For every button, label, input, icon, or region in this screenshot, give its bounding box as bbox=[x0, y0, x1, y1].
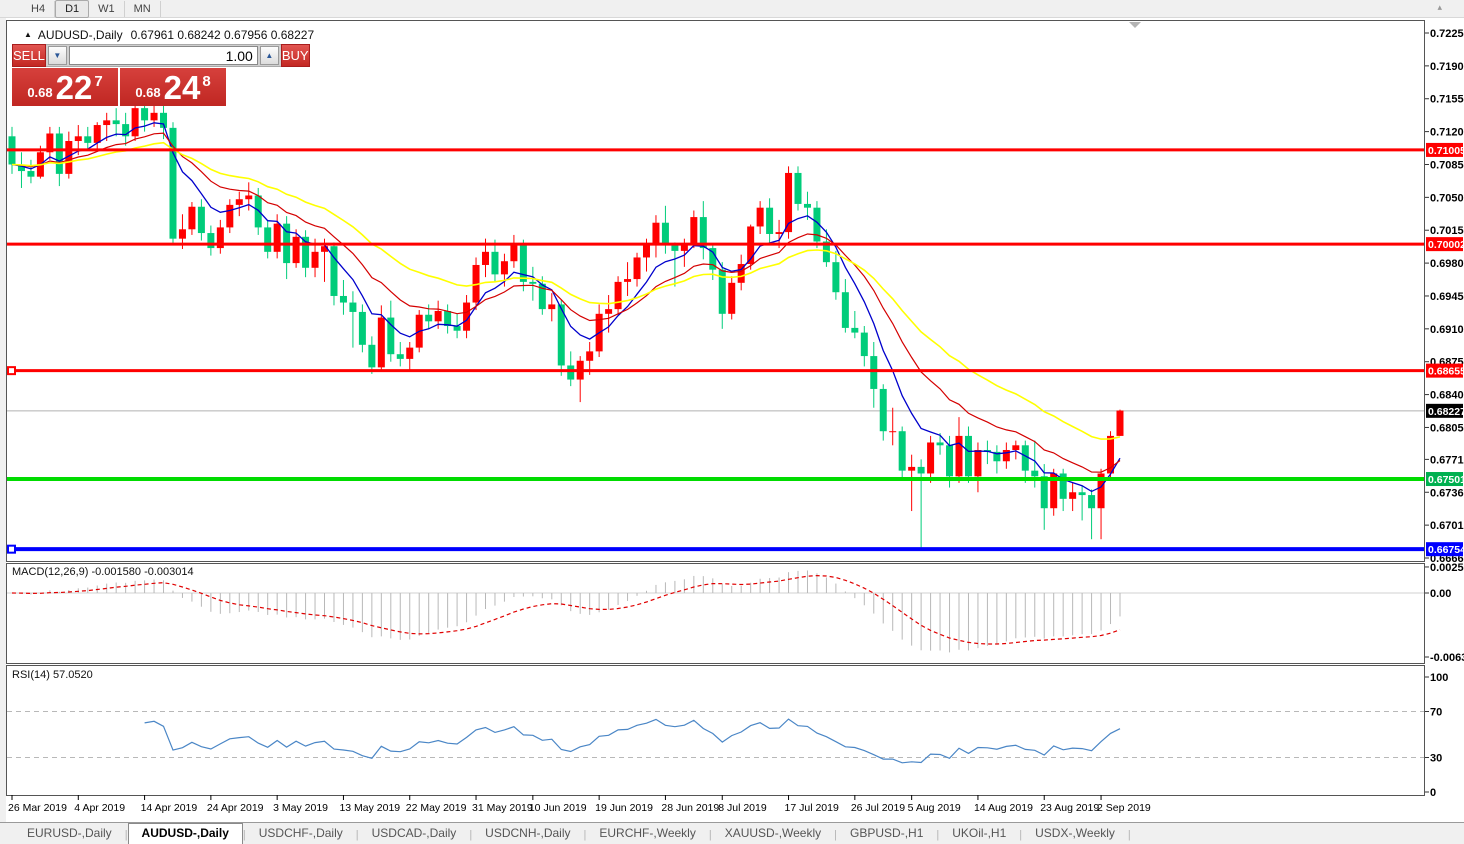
svg-text:0.67710: 0.67710 bbox=[1430, 454, 1464, 466]
timeframe-button-h4[interactable]: H4 bbox=[22, 0, 56, 17]
line-drag-handle bbox=[7, 544, 16, 554]
symbol-arrow-icon: ▲ bbox=[24, 30, 32, 39]
svg-text:8 Jul 2019: 8 Jul 2019 bbox=[718, 802, 767, 814]
svg-text:10 Jun 2019: 10 Jun 2019 bbox=[529, 802, 587, 814]
svg-text:0.00: 0.00 bbox=[1430, 588, 1451, 600]
svg-text:0.70850: 0.70850 bbox=[1430, 159, 1464, 171]
rsi-indicator-label: RSI(14) 57.0520 bbox=[12, 669, 93, 681]
tab-usdx-weekly[interactable]: USDX-,Weekly bbox=[1022, 824, 1128, 844]
svg-text:23 Aug 2019: 23 Aug 2019 bbox=[1040, 802, 1099, 814]
sell-price-quote[interactable]: 0.68 22 7 bbox=[12, 68, 118, 106]
svg-text:0.70500: 0.70500 bbox=[1430, 192, 1464, 204]
svg-text:2 Sep 2019: 2 Sep 2019 bbox=[1097, 802, 1151, 814]
svg-text:0.72250: 0.72250 bbox=[1430, 28, 1464, 40]
trading-app-window: { "toolbar": { "timeframes": [ {"label":… bbox=[0, 0, 1464, 844]
svg-text:0.71550: 0.71550 bbox=[1430, 94, 1464, 106]
tab-usdcad-daily[interactable]: USDCAD-,Daily bbox=[359, 824, 470, 844]
svg-text:13 May 2019: 13 May 2019 bbox=[339, 802, 400, 814]
volume-stepper: ▼ ▲ bbox=[45, 44, 281, 67]
symbol-tab-bar: EURUSD-,Daily | AUDUSD-,Daily | USDCHF-,Dail… bbox=[0, 822, 1464, 844]
tab-eurusd-daily[interactable]: EURUSD-,Daily bbox=[14, 824, 125, 844]
svg-text:0.68400: 0.68400 bbox=[1430, 390, 1464, 402]
svg-text:0: 0 bbox=[1430, 787, 1436, 799]
tab-audusd-daily[interactable]: AUDUSD-,Daily bbox=[127, 823, 243, 844]
one-click-trading-panel: SELL ▼ ▲ BUY 0.68227 0.68248 bbox=[12, 44, 310, 106]
chart-title: ▲ AUDUSD-,Daily 0.67961 0.68242 0.67956 0.… bbox=[24, 28, 314, 42]
timeframe-toolbar: H4 D1 W1 MN bbox=[0, 0, 1464, 18]
volume-decrease-button[interactable]: ▼ bbox=[47, 46, 67, 65]
svg-text:0.70002: 0.70002 bbox=[1428, 239, 1464, 251]
svg-text:0.69800: 0.69800 bbox=[1430, 258, 1464, 270]
volume-input[interactable] bbox=[68, 46, 258, 65]
svg-text:28 Jun 2019: 28 Jun 2019 bbox=[661, 802, 719, 814]
svg-text:0.71200: 0.71200 bbox=[1430, 127, 1464, 139]
buy-price-quote[interactable]: 0.68 24 8 bbox=[120, 68, 226, 106]
sell-button[interactable]: SELL bbox=[12, 44, 46, 67]
svg-text:14 Apr 2019: 14 Apr 2019 bbox=[141, 802, 198, 814]
svg-text:4 Apr 2019: 4 Apr 2019 bbox=[74, 802, 125, 814]
volume-increase-button[interactable]: ▲ bbox=[259, 46, 279, 65]
svg-text:24 Apr 2019: 24 Apr 2019 bbox=[207, 802, 264, 814]
svg-text:0.71900: 0.71900 bbox=[1430, 61, 1464, 73]
sell-price-small: 0.68 bbox=[27, 85, 53, 100]
svg-text:0.69450: 0.69450 bbox=[1430, 291, 1464, 303]
chart-canvas[interactable]: 0.72250 0.71900 0.71550 0.71200 0.70850 0.705… bbox=[0, 18, 1464, 844]
svg-text:19 Jun 2019: 19 Jun 2019 bbox=[595, 802, 653, 814]
svg-text:5 Aug 2019: 5 Aug 2019 bbox=[908, 802, 961, 814]
svg-text:0.71005: 0.71005 bbox=[1428, 145, 1464, 157]
svg-text:17 Jul 2019: 17 Jul 2019 bbox=[785, 802, 839, 814]
macd-indicator-label: MACD(12,26,9) -0.001580 -0.003014 bbox=[12, 566, 194, 578]
buy-price-big: 24 bbox=[163, 69, 201, 106]
svg-text:0.67360: 0.67360 bbox=[1430, 487, 1464, 499]
timeframe-button-d1[interactable]: D1 bbox=[55, 0, 90, 18]
tab-usdchf-daily[interactable]: USDCHF-,Daily bbox=[246, 824, 356, 844]
timeframe-button-w1[interactable]: W1 bbox=[89, 0, 125, 17]
svg-text:31 May 2019: 31 May 2019 bbox=[472, 802, 533, 814]
svg-text:70: 70 bbox=[1430, 707, 1442, 719]
svg-text:0.67010: 0.67010 bbox=[1430, 520, 1464, 532]
svg-text:22 May 2019: 22 May 2019 bbox=[406, 802, 467, 814]
tab-xauusd-weekly[interactable]: XAUUSD-,Weekly bbox=[712, 824, 834, 844]
chart-ohlc-values: 0.67961 0.68242 0.67956 0.68227 bbox=[130, 28, 315, 42]
svg-text:0.67501: 0.67501 bbox=[1428, 474, 1464, 486]
tab-gbpusd-h1[interactable]: GBPUSD-,H1 bbox=[837, 824, 936, 844]
svg-text:0.68227: 0.68227 bbox=[1428, 406, 1464, 418]
buy-price-sup: 8 bbox=[202, 73, 211, 90]
svg-text:0.66754: 0.66754 bbox=[1428, 544, 1464, 556]
buy-price-small: 0.68 bbox=[135, 85, 161, 100]
svg-text:0.002574: 0.002574 bbox=[1430, 562, 1464, 574]
tab-eurchf-weekly[interactable]: EURCHF-,Weekly bbox=[586, 824, 708, 844]
svg-text:14 Aug 2019: 14 Aug 2019 bbox=[974, 802, 1033, 814]
svg-text:26 Jul 2019: 26 Jul 2019 bbox=[851, 802, 905, 814]
svg-text:0.68050: 0.68050 bbox=[1430, 422, 1464, 434]
buy-button[interactable]: BUY bbox=[280, 44, 310, 67]
svg-text:30: 30 bbox=[1430, 753, 1442, 765]
tab-separator: | bbox=[1127, 828, 1131, 841]
line-drag-handle bbox=[7, 366, 16, 376]
svg-text:3 May 2019: 3 May 2019 bbox=[273, 802, 328, 814]
svg-text:100: 100 bbox=[1430, 672, 1448, 684]
svg-text:0.69100: 0.69100 bbox=[1430, 324, 1464, 336]
chart-symbol-label: AUDUSD-,Daily bbox=[37, 28, 123, 42]
toolbar-scroll-icon[interactable]: ▴ bbox=[1437, 2, 1442, 13]
sell-price-big: 22 bbox=[55, 69, 93, 106]
tab-usdcnh-daily[interactable]: USDCNH-,Daily bbox=[472, 824, 583, 844]
svg-text:-0.006326: -0.006326 bbox=[1430, 652, 1464, 664]
sell-price-sup: 7 bbox=[94, 73, 103, 90]
svg-text:0.68655: 0.68655 bbox=[1428, 366, 1464, 378]
timeframe-button-mn[interactable]: MN bbox=[125, 0, 161, 17]
svg-text:26 Mar 2019: 26 Mar 2019 bbox=[8, 802, 67, 814]
tab-ukoil-h1[interactable]: UKOil-,H1 bbox=[939, 824, 1019, 844]
svg-text:0.70150: 0.70150 bbox=[1430, 225, 1464, 237]
